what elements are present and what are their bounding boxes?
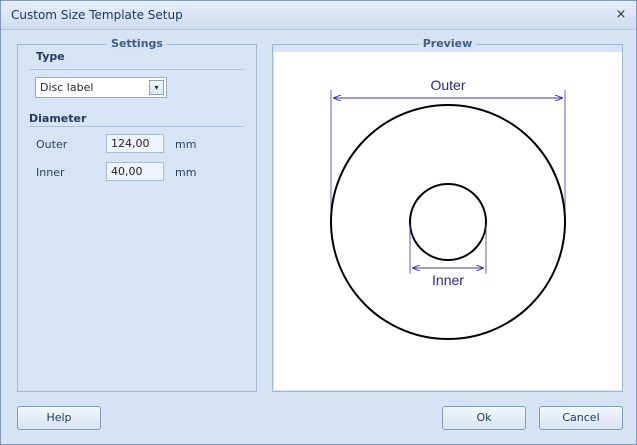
inner-diameter-field[interactable] xyxy=(106,162,164,181)
close-icon[interactable]: × xyxy=(612,6,630,24)
settings-legend: Settings xyxy=(18,37,256,50)
type-heading: Type xyxy=(36,50,65,63)
outer-dimension-label: Outer xyxy=(430,77,465,93)
ok-button[interactable]: Ok xyxy=(442,406,526,430)
dialog-window: Custom Size Template Setup × Settings Ty… xyxy=(0,0,637,445)
diameter-rule xyxy=(29,126,244,127)
cancel-button[interactable]: Cancel xyxy=(539,406,623,430)
preview-group: Preview Outer Inner xyxy=(272,37,623,392)
outer-diameter-field[interactable] xyxy=(106,134,164,153)
type-dropdown-value: Disc label xyxy=(40,81,94,94)
window-title: Custom Size Template Setup xyxy=(11,8,183,22)
inner-unit: mm xyxy=(175,166,197,179)
inner-dimension-label: Inner xyxy=(432,272,464,288)
inner-label: Inner xyxy=(36,166,65,179)
disc-preview-svg: Outer Inner xyxy=(330,77,566,340)
outer-label: Outer xyxy=(36,138,68,151)
diameter-heading: Diameter xyxy=(29,112,87,125)
outer-unit: mm xyxy=(175,138,197,151)
type-dropdown[interactable]: Disc label ▾ xyxy=(35,77,167,98)
type-rule xyxy=(29,69,244,70)
outer-circle xyxy=(330,104,566,340)
preview-legend: Preview xyxy=(273,37,622,50)
inner-circle xyxy=(409,183,487,261)
help-button[interactable]: Help xyxy=(17,406,101,430)
preview-canvas: Outer Inner xyxy=(274,52,622,390)
title-bar: Custom Size Template Setup × xyxy=(1,1,636,30)
chevron-down-icon[interactable]: ▾ xyxy=(149,80,164,95)
